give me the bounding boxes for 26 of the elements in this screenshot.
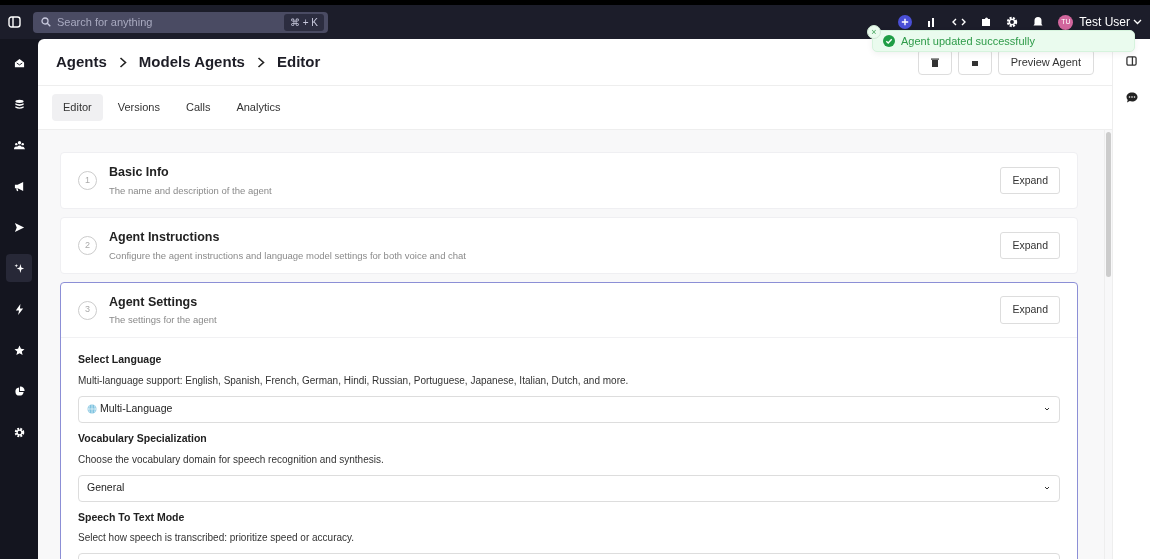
help-text: Multi-language support: English, Spanish, French, German, Hindi, Russian, Portuguese, Japanese, Italian, Dutch, and more. [78, 373, 630, 388]
field-label: Select Language [78, 352, 163, 367]
select-field[interactable]: Multi-Language [78, 395, 1060, 423]
help-text: Choose the vocabulary domain for speech recognition and synthesis. [78, 452, 385, 467]
tab[interactable]: Versions [106, 94, 171, 121]
expand-button[interactable]: Expand [1000, 166, 1060, 195]
breadcrumb-link[interactable]: Agents [56, 50, 107, 74]
shortcut-hint: ⌘ + K [283, 13, 324, 31]
field-label: Vocabulary Specialization [78, 430, 208, 446]
select-field[interactable]: General [78, 474, 1060, 502]
section-subtitle: The name and description of the agent [109, 183, 272, 198]
tab[interactable]: Editor [52, 94, 103, 121]
help-text: Select how speech is transcribed: prioritize speed or accuracy. [78, 531, 356, 546]
breadcrumb-link[interactable]: Editor [276, 50, 321, 74]
section-title: Agent Instructions [109, 229, 221, 246]
expand-button[interactable]: Expand [1000, 231, 1060, 260]
tab[interactable]: Calls [174, 94, 222, 121]
expand-button[interactable]: Expand [1000, 296, 1060, 324]
section-title: Basic Info [109, 164, 170, 181]
breadcrumb-link[interactable]: Models Agents [138, 50, 245, 74]
field-label: Speech To Text Mode [78, 509, 186, 525]
section-subtitle: The settings for the agent [109, 313, 217, 328]
search-field[interactable]: Search for anything ⌘ + K [33, 11, 328, 33]
section-title: Agent Settings [109, 293, 199, 311]
section-subtitle: Configure the agent instructions and language model settings for both voice and chat [109, 248, 466, 263]
tab[interactable]: Analytics [225, 94, 292, 121]
